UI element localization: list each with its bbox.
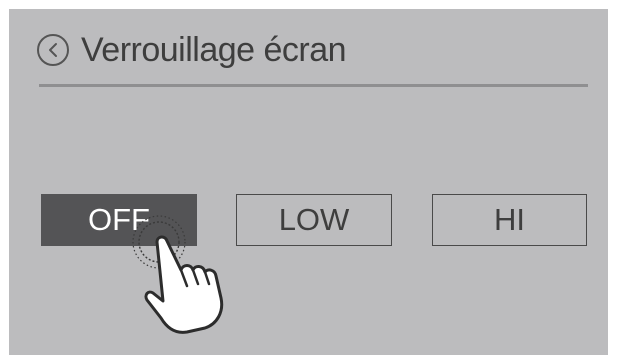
chevron-left-icon <box>49 43 57 57</box>
hi-button[interactable]: HI <box>432 194 587 246</box>
lock-screen-panel: Verrouillage écran OFF LOW HI <box>9 9 608 355</box>
header-divider <box>39 84 588 87</box>
page-title: Verrouillage écran <box>81 31 347 69</box>
back-button[interactable] <box>37 34 69 66</box>
header: Verrouillage écran <box>37 31 347 69</box>
low-button[interactable]: LOW <box>236 194 392 246</box>
off-button[interactable]: OFF <box>41 194 197 246</box>
